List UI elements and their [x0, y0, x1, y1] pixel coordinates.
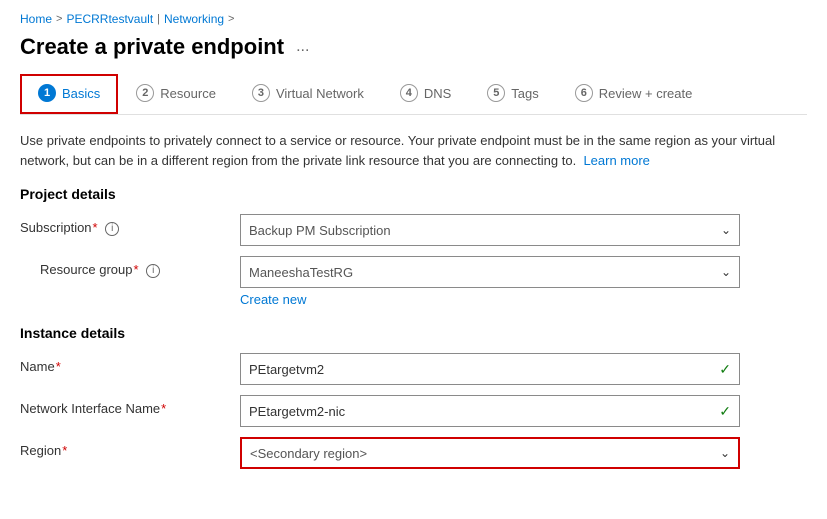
step-vnet-num: 3 — [252, 84, 270, 102]
breadcrumb-sep3: > — [228, 13, 234, 25]
rg-info-icon[interactable]: i — [146, 264, 160, 278]
subscription-dropdown[interactable]: Backup PM Subscription ⌄ — [240, 214, 740, 246]
region-required: * — [62, 443, 67, 458]
step-dns-label: DNS — [424, 86, 451, 101]
instance-details-title: Instance details — [20, 325, 807, 341]
name-value: PEtargetvm2 — [249, 362, 711, 377]
step-review-label: Review + create — [599, 86, 693, 101]
rg-required: * — [134, 262, 139, 277]
nic-row: Network Interface Name* PEtargetvm2-nic … — [20, 395, 807, 427]
subscription-info-icon[interactable]: i — [105, 222, 119, 236]
nic-dropdown[interactable]: PEtargetvm2-nic ✓ — [240, 395, 740, 427]
breadcrumb-sep2: | — [157, 13, 160, 25]
nic-check-icon: ✓ — [719, 403, 731, 420]
project-details-title: Project details — [20, 186, 807, 202]
wizard-steps: 1 Basics 2 Resource 3 Virtual Network 4 … — [20, 74, 807, 115]
subscription-control: Backup PM Subscription ⌄ — [240, 214, 807, 246]
ellipsis-button[interactable]: ... — [292, 36, 313, 58]
learn-more-link[interactable]: Learn more — [583, 153, 649, 168]
resource-group-dropdown[interactable]: ManeeshaTestRG ⌄ — [240, 256, 740, 288]
subscription-row: Subscription* i Backup PM Subscription ⌄ — [20, 214, 807, 246]
project-details-section: Project details Subscription* i Backup P… — [20, 186, 807, 307]
breadcrumb-vault[interactable]: PECRRtestvault — [66, 12, 153, 26]
region-value: <Secondary region> — [250, 446, 712, 461]
page-title: Create a private endpoint — [20, 34, 284, 60]
resource-group-row: Resource group* i ManeeshaTestRG ⌄ Creat… — [20, 256, 807, 307]
subscription-chevron-icon: ⌄ — [721, 223, 731, 237]
name-label-col: Name* — [20, 353, 240, 374]
resource-group-label-col: Resource group* i — [20, 256, 240, 278]
name-row: Name* PEtargetvm2 ✓ — [20, 353, 807, 385]
name-dropdown[interactable]: PEtargetvm2 ✓ — [240, 353, 740, 385]
rg-value: ManeeshaTestRG — [249, 265, 713, 280]
step-tags-label: Tags — [511, 86, 538, 101]
name-control: PEtargetvm2 ✓ — [240, 353, 807, 385]
breadcrumb-section[interactable]: Networking — [164, 12, 224, 26]
region-chevron-icon: ⌄ — [720, 446, 730, 460]
rg-control: ManeeshaTestRG ⌄ Create new — [240, 256, 807, 307]
region-row: Region* <Secondary region> ⌄ — [20, 437, 807, 469]
step-resource-num: 2 — [136, 84, 154, 102]
subscription-value: Backup PM Subscription — [249, 223, 713, 238]
step-dns-num: 4 — [400, 84, 418, 102]
breadcrumb-home[interactable]: Home — [20, 12, 52, 26]
step-vnet-label: Virtual Network — [276, 86, 364, 101]
step-review-create[interactable]: 6 Review + create — [557, 74, 711, 114]
breadcrumb-sep1: > — [56, 13, 62, 25]
breadcrumb: Home > PECRRtestvault | Networking > — [20, 12, 807, 26]
description-box: Use private endpoints to privately conne… — [20, 131, 807, 170]
page-title-row: Create a private endpoint ... — [20, 34, 807, 60]
description-text: Use private endpoints to privately conne… — [20, 133, 775, 168]
nic-control: PEtargetvm2-nic ✓ — [240, 395, 807, 427]
subscription-required: * — [93, 220, 98, 235]
region-control: <Secondary region> ⌄ — [240, 437, 807, 469]
nic-value: PEtargetvm2-nic — [249, 404, 711, 419]
name-label: Name — [20, 359, 55, 374]
step-virtual-network[interactable]: 3 Virtual Network — [234, 74, 382, 114]
nic-label-col: Network Interface Name* — [20, 395, 240, 416]
step-basics-label: Basics — [62, 86, 100, 101]
name-check-icon: ✓ — [719, 361, 731, 378]
region-label-col: Region* — [20, 437, 240, 458]
page-container: Home > PECRRtestvault | Networking > Cre… — [0, 0, 827, 507]
step-basics-num: 1 — [38, 84, 56, 102]
subscription-label-col: Subscription* i — [20, 214, 240, 236]
step-resource-label: Resource — [160, 86, 216, 101]
step-dns[interactable]: 4 DNS — [382, 74, 469, 114]
step-basics[interactable]: 1 Basics — [20, 74, 118, 114]
create-new-link[interactable]: Create new — [240, 292, 807, 307]
region-dropdown[interactable]: <Secondary region> ⌄ — [240, 437, 740, 469]
subscription-label: Subscription — [20, 220, 92, 235]
nic-required: * — [161, 401, 166, 416]
step-resource[interactable]: 2 Resource — [118, 74, 234, 114]
nic-label: Network Interface Name — [20, 401, 160, 416]
region-label: Region — [20, 443, 61, 458]
step-tags[interactable]: 5 Tags — [469, 74, 556, 114]
name-required: * — [56, 359, 61, 374]
step-review-num: 6 — [575, 84, 593, 102]
rg-chevron-icon: ⌄ — [721, 265, 731, 279]
resource-group-label: Resource group — [40, 262, 133, 277]
instance-details-section: Instance details Name* PEtargetvm2 ✓ Net… — [20, 325, 807, 469]
step-tags-num: 5 — [487, 84, 505, 102]
